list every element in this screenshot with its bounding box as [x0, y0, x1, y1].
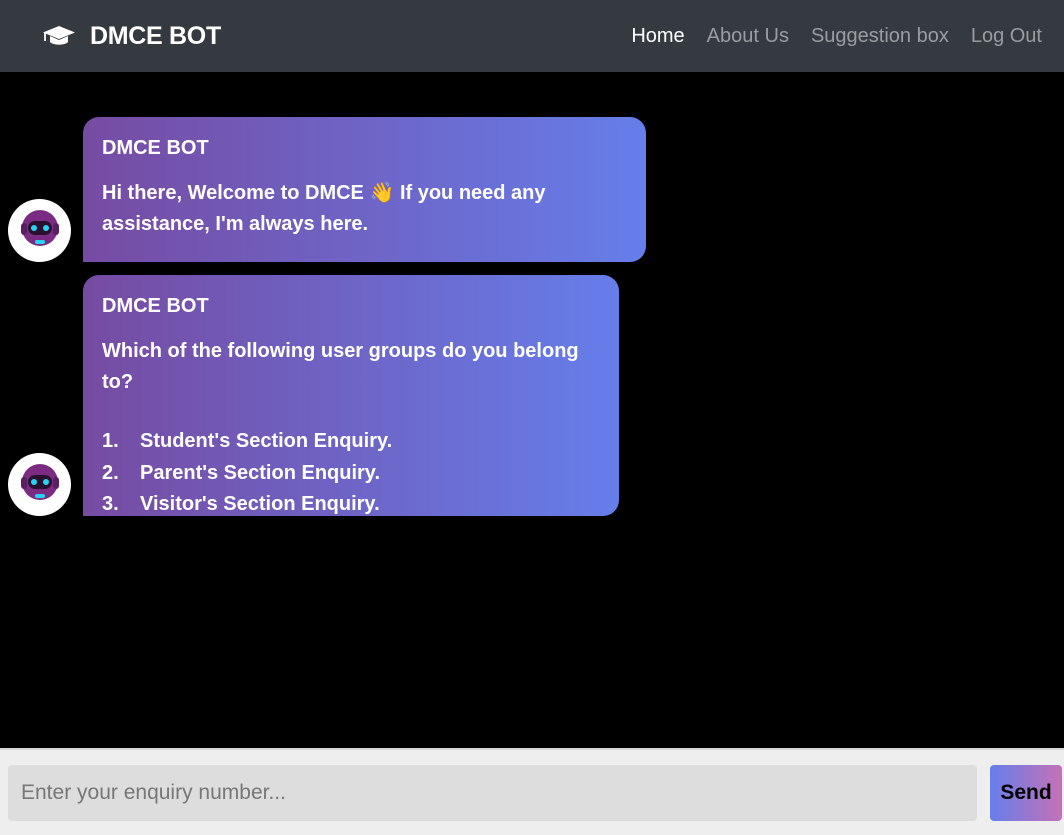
- send-button[interactable]: Send: [990, 765, 1062, 821]
- bot-avatar: [8, 453, 71, 516]
- message-text-part: Hi there, Welcome to DMCE: [102, 182, 364, 204]
- nav-link-about-us[interactable]: About Us: [707, 25, 789, 48]
- nav-link-suggestion-box[interactable]: Suggestion box: [811, 25, 949, 48]
- graduation-cap-icon: [42, 25, 76, 47]
- navbar: DMCE BOT Home About Us Suggestion box Lo…: [0, 0, 1064, 72]
- robot-icon: [18, 206, 62, 255]
- brand-name: DMCE BOT: [90, 21, 221, 50]
- message-text: Which of the following user groups do yo…: [102, 340, 579, 393]
- list-item: 3. Visitor's Section Enquiry.: [102, 489, 601, 521]
- option-label: Visitor's Section Enquiry.: [140, 493, 380, 515]
- bot-message-bubble: DMCE BOT Hi there, Welcome to DMCE 👋 If …: [83, 117, 646, 262]
- enquiry-input[interactable]: [8, 765, 977, 821]
- option-list: 1. Student's Section Enquiry. 2. Parent'…: [102, 426, 601, 521]
- list-item: 1. Student's Section Enquiry.: [102, 426, 601, 458]
- option-label: Student's Section Enquiry.: [140, 430, 393, 452]
- message-sender: DMCE BOT: [102, 295, 209, 317]
- message-sender: DMCE BOT: [102, 137, 209, 159]
- option-number: 2.: [102, 461, 119, 484]
- bot-message-bubble: DMCE BOT Which of the following user gro…: [83, 275, 619, 516]
- nav-link-home[interactable]: Home: [631, 25, 684, 48]
- chat-area[interactable]: DMCE BOT Hi there, Welcome to DMCE 👋 If …: [0, 72, 1064, 748]
- option-number: 1.: [102, 430, 119, 452]
- message-row: DMCE BOT Hi there, Welcome to DMCE 👋 If …: [8, 117, 646, 262]
- option-label: Parent's Section Enquiry.: [140, 461, 380, 484]
- option-number: 3.: [102, 493, 119, 515]
- message-text: Hi there, Welcome to DMCE 👋 If you need …: [102, 178, 628, 240]
- bot-avatar: [8, 199, 71, 262]
- input-bar: Send: [0, 748, 1064, 835]
- nav-links: Home About Us Suggestion box Log Out: [631, 25, 1042, 48]
- list-item: 2. Parent's Section Enquiry.: [102, 458, 601, 490]
- message-row: DMCE BOT Which of the following user gro…: [8, 275, 619, 516]
- brand[interactable]: DMCE BOT: [42, 22, 221, 51]
- nav-link-log-out[interactable]: Log Out: [971, 25, 1042, 48]
- robot-icon: [18, 460, 62, 509]
- waving-hand-icon: 👋: [369, 182, 395, 204]
